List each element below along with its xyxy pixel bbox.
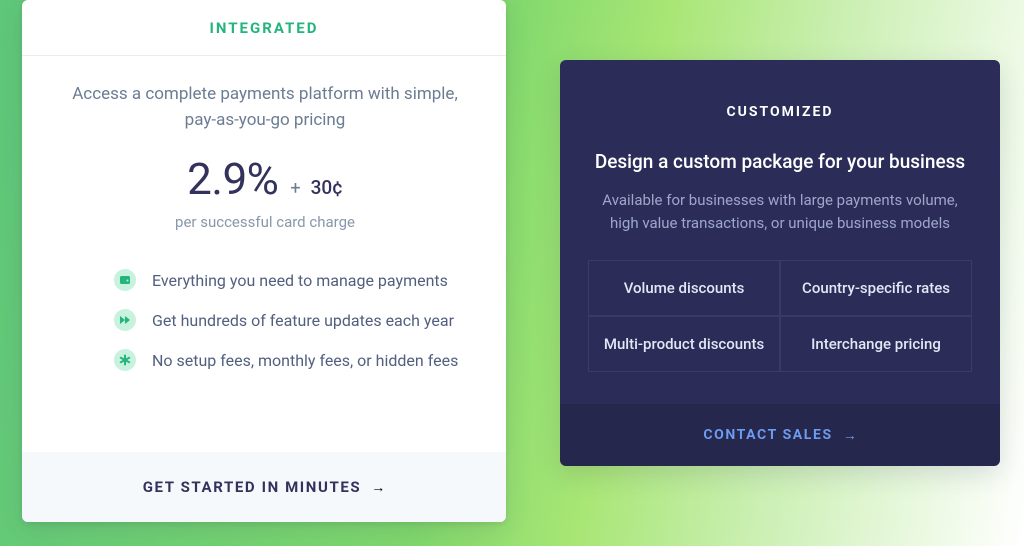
forward-icon [114,309,136,331]
customized-cta-button[interactable]: CONTACT SALES → [560,404,1000,466]
pricing-plus: + [290,178,300,199]
feature-item: No setup fees, monthly fees, or hidden f… [114,349,466,371]
grid-cell: Country-specific rates [780,260,972,316]
pricing-cents: 30¢ [311,176,343,199]
customized-title: CUSTOMIZED [727,104,834,120]
integrated-cta-label: GET STARTED IN MINUTES [143,478,362,496]
integrated-pricing-card: INTEGRATED Access a complete payments pl… [22,0,506,522]
customized-description: Available for businesses with large paym… [588,189,972,236]
grid-cell: Volume discounts [588,260,780,316]
customized-cta-label: CONTACT SALES [703,427,832,443]
arrow-right-icon: → [843,427,857,444]
pricing-per-charge: per successful card charge [64,213,466,231]
customized-card-body: Design a custom package for your busines… [560,126,1000,404]
customized-feature-grid: Volume discounts Country-specific rates … [588,260,972,372]
grid-cell: Multi-product discounts [588,316,780,372]
feature-text: Get hundreds of feature updates each yea… [152,311,454,330]
feature-text: No setup fees, monthly fees, or hidden f… [152,351,458,370]
asterisk-icon [114,349,136,371]
feature-item: Get hundreds of feature updates each yea… [114,309,466,331]
arrow-right-icon: → [371,479,385,496]
customized-pricing-card: CUSTOMIZED Design a custom package for y… [560,60,1000,466]
integrated-cta-button[interactable]: GET STARTED IN MINUTES → [22,452,506,522]
grid-cell: Interchange pricing [780,316,972,372]
integrated-pricing-line: 2.9% + 30¢ [64,153,466,205]
feature-item: Everything you need to manage payments [114,269,466,291]
customized-heading: Design a custom package for your busines… [588,150,972,173]
wallet-icon [114,269,136,291]
customized-card-header: CUSTOMIZED [560,60,1000,126]
integrated-card-header: INTEGRATED [22,0,506,56]
feature-text: Everything you need to manage payments [152,271,448,290]
integrated-description: Access a complete payments platform with… [64,82,466,133]
integrated-card-body: Access a complete payments platform with… [22,56,506,452]
pricing-percent: 2.9% [187,153,278,205]
integrated-title: INTEGRATED [210,19,319,37]
feature-list: Everything you need to manage payments G… [64,269,466,389]
